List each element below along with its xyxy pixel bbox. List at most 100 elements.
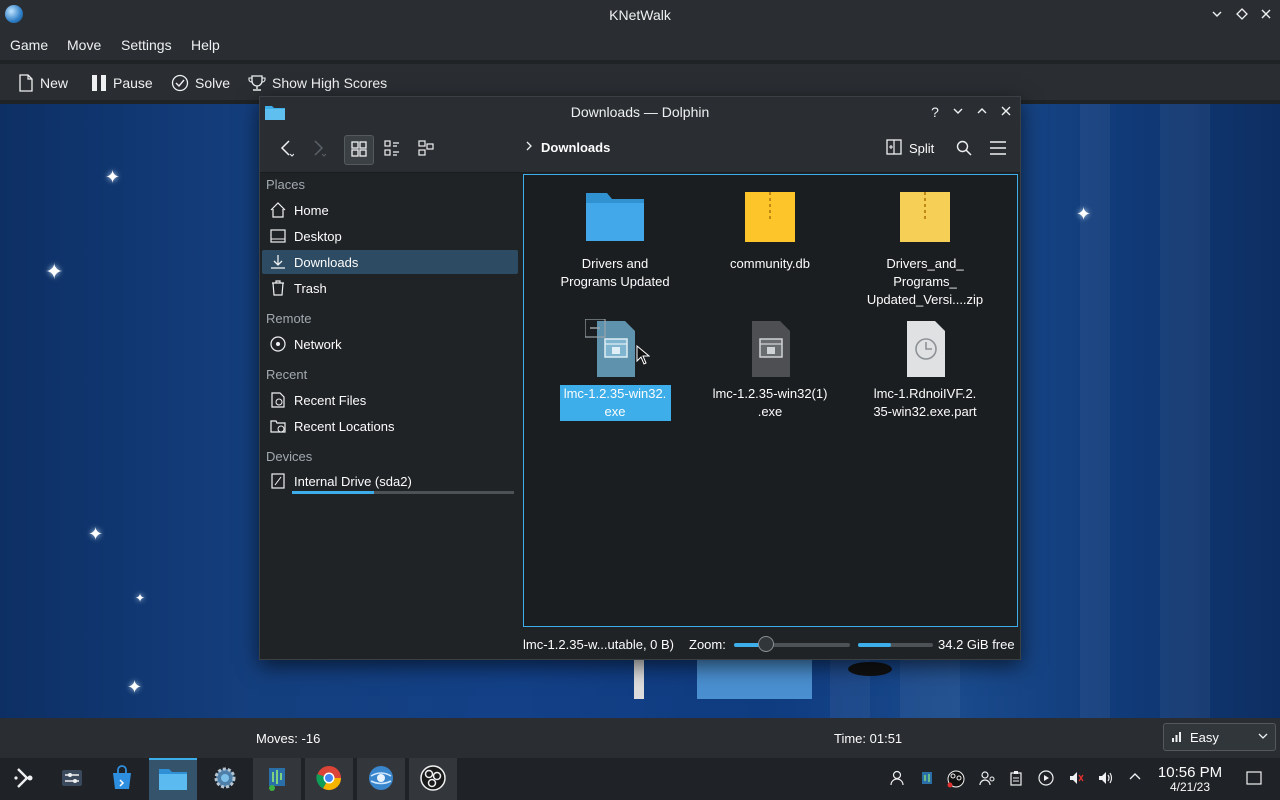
knetwalk-titlebar: KNetWalk <box>0 0 1280 30</box>
new-game-button[interactable]: New <box>18 73 68 93</box>
file-item[interactable]: Drivers_and_ Programs_ Updated_Versi....zi… <box>850 189 1000 309</box>
close-icon[interactable] <box>996 102 1016 122</box>
difficulty-select[interactable]: Easy <box>1163 723 1276 751</box>
sidebar-item-downloads[interactable]: Downloads <box>262 250 518 274</box>
moves-counter: Moves: -16 <box>256 731 321 746</box>
chevron-down-icon <box>1257 730 1269 745</box>
devices-header: Devices <box>266 449 313 464</box>
sparkle-icon: ✦ <box>127 677 143 697</box>
taskbar-obs[interactable] <box>409 758 457 800</box>
close-icon[interactable] <box>1256 5 1276 25</box>
pause-button[interactable]: Pause <box>91 73 153 93</box>
minimize-icon[interactable] <box>948 102 968 122</box>
game-tile-base <box>697 659 812 699</box>
menu-help[interactable]: Help <box>191 37 220 53</box>
sidebar-item-recent-locations[interactable]: Recent Locations <box>262 414 518 438</box>
search-button[interactable] <box>950 135 978 163</box>
file-item[interactable]: community.db <box>695 189 845 273</box>
high-scores-button[interactable]: Show High Scores <box>248 73 387 93</box>
menu-move[interactable]: Move <box>67 37 101 53</box>
application-launcher-button[interactable] <box>0 758 48 800</box>
folder-icon <box>158 766 188 795</box>
file-item[interactable]: Drivers and Programs Updated <box>540 189 690 291</box>
grid-view-icon <box>351 140 367 160</box>
zoom-slider[interactable] <box>734 636 850 652</box>
file-name: Drivers and <box>581 256 649 271</box>
icons-view-button[interactable] <box>344 135 374 165</box>
lmc-tray-icon[interactable] <box>918 770 936 788</box>
file-item[interactable]: lmc-1.2.35-win32. exe <box>540 318 690 421</box>
sidebar-item-label: Desktop <box>294 228 342 244</box>
kdeconnect-icon[interactable] <box>978 770 996 788</box>
signal-bars-icon <box>1172 730 1184 745</box>
file-item[interactable]: lmc-1.RdnoiIVF.2. 35-win32.exe.part <box>850 319 1000 421</box>
recent-header: Recent <box>266 367 308 382</box>
background-stripe <box>1160 104 1210 718</box>
difficulty-value: Easy <box>1190 729 1219 745</box>
sidebar-item-label: Recent Files <box>294 392 367 408</box>
partial-download-icon <box>895 319 955 379</box>
minimize-icon[interactable] <box>1207 5 1227 25</box>
taskbar-chrome[interactable] <box>305 758 353 800</box>
hamburger-menu-button[interactable] <box>984 135 1012 163</box>
split-button[interactable]: Split <box>886 139 934 158</box>
file-name: Updated_Versi....zip <box>866 292 984 307</box>
sidebar-item-desktop[interactable]: Desktop <box>262 224 518 248</box>
details-view-button[interactable] <box>412 135 440 163</box>
clipboard-icon[interactable] <box>1007 770 1025 788</box>
breadcrumb[interactable]: Downloads <box>525 140 610 155</box>
taskbar-system-settings-gear[interactable] <box>201 758 249 800</box>
clock-date[interactable]: 4/21/23 <box>1150 780 1230 794</box>
forward-button[interactable] <box>304 135 332 163</box>
show-desktop-icon[interactable] <box>1245 770 1263 788</box>
sidebar-item-internal-drive[interactable]: Internal Drive (sda2) <box>262 469 518 493</box>
sidebar-item-label: Downloads <box>294 254 359 270</box>
sidebar-item-trash[interactable]: Trash <box>262 276 518 300</box>
file-name: 35-win32.exe.part <box>873 404 977 419</box>
sidebar-item-recent-files[interactable]: Recent Files <box>262 388 518 412</box>
chevron-right-icon <box>525 140 533 155</box>
sidebar-item-home[interactable]: Home <box>262 198 518 222</box>
menu-game[interactable]: Game <box>10 37 48 53</box>
compact-view-button[interactable] <box>378 135 406 163</box>
archive-icon <box>740 189 800 249</box>
taskbar-system-settings[interactable] <box>48 758 96 800</box>
file-item[interactable]: lmc-1.2.35-win32(1) .exe <box>695 319 845 421</box>
new-document-icon <box>18 74 34 92</box>
free-space-fill <box>858 643 891 647</box>
menubar: Game Move Settings Help <box>0 30 1280 60</box>
keep-above-icon[interactable] <box>1232 5 1252 25</box>
file-view[interactable]: Drivers and Programs Updated community.db… <box>523 174 1018 627</box>
breadcrumb-current[interactable]: Downloads <box>541 140 610 155</box>
help-icon[interactable]: ? <box>925 102 945 122</box>
user-icon[interactable] <box>888 770 906 788</box>
microphone-muted-icon[interactable] <box>1067 770 1085 788</box>
file-name: exe <box>604 404 626 419</box>
taskbar-dolphin[interactable] <box>149 758 197 800</box>
taskbar-knetwalk[interactable] <box>357 758 405 800</box>
sidebar-item-label: Trash <box>294 280 327 296</box>
sparkle-icon: ✦ <box>88 524 104 544</box>
dolphin-toolbar: Downloads Split <box>260 127 1020 173</box>
taskbar-discover[interactable] <box>98 758 146 800</box>
taskbar-lmc[interactable] <box>253 758 301 800</box>
maximize-icon[interactable] <box>972 102 992 122</box>
volume-icon[interactable] <box>1097 770 1115 788</box>
archive-icon <box>895 189 955 249</box>
background-stripe <box>1080 104 1110 718</box>
clock-time[interactable]: 10:56 PM <box>1150 764 1230 781</box>
media-player-icon[interactable] <box>1037 770 1055 788</box>
trophy-icon <box>248 74 266 92</box>
zoom-slider-handle[interactable] <box>758 636 775 652</box>
menu-settings[interactable]: Settings <box>121 37 172 53</box>
split-view-icon <box>886 139 902 158</box>
chevron-up-icon[interactable] <box>1126 770 1144 788</box>
window-title: Downloads — Dolphin <box>570 104 710 120</box>
dolphin-titlebar: Downloads — Dolphin ? <box>260 97 1020 127</box>
back-button[interactable] <box>272 135 300 163</box>
obs-icon <box>419 764 447 795</box>
sparkle-icon: ✦ <box>45 259 64 284</box>
solve-button[interactable]: Solve <box>171 73 230 93</box>
sidebar-item-network[interactable]: Network <box>262 332 518 356</box>
obs-tray-icon[interactable] <box>947 770 965 788</box>
